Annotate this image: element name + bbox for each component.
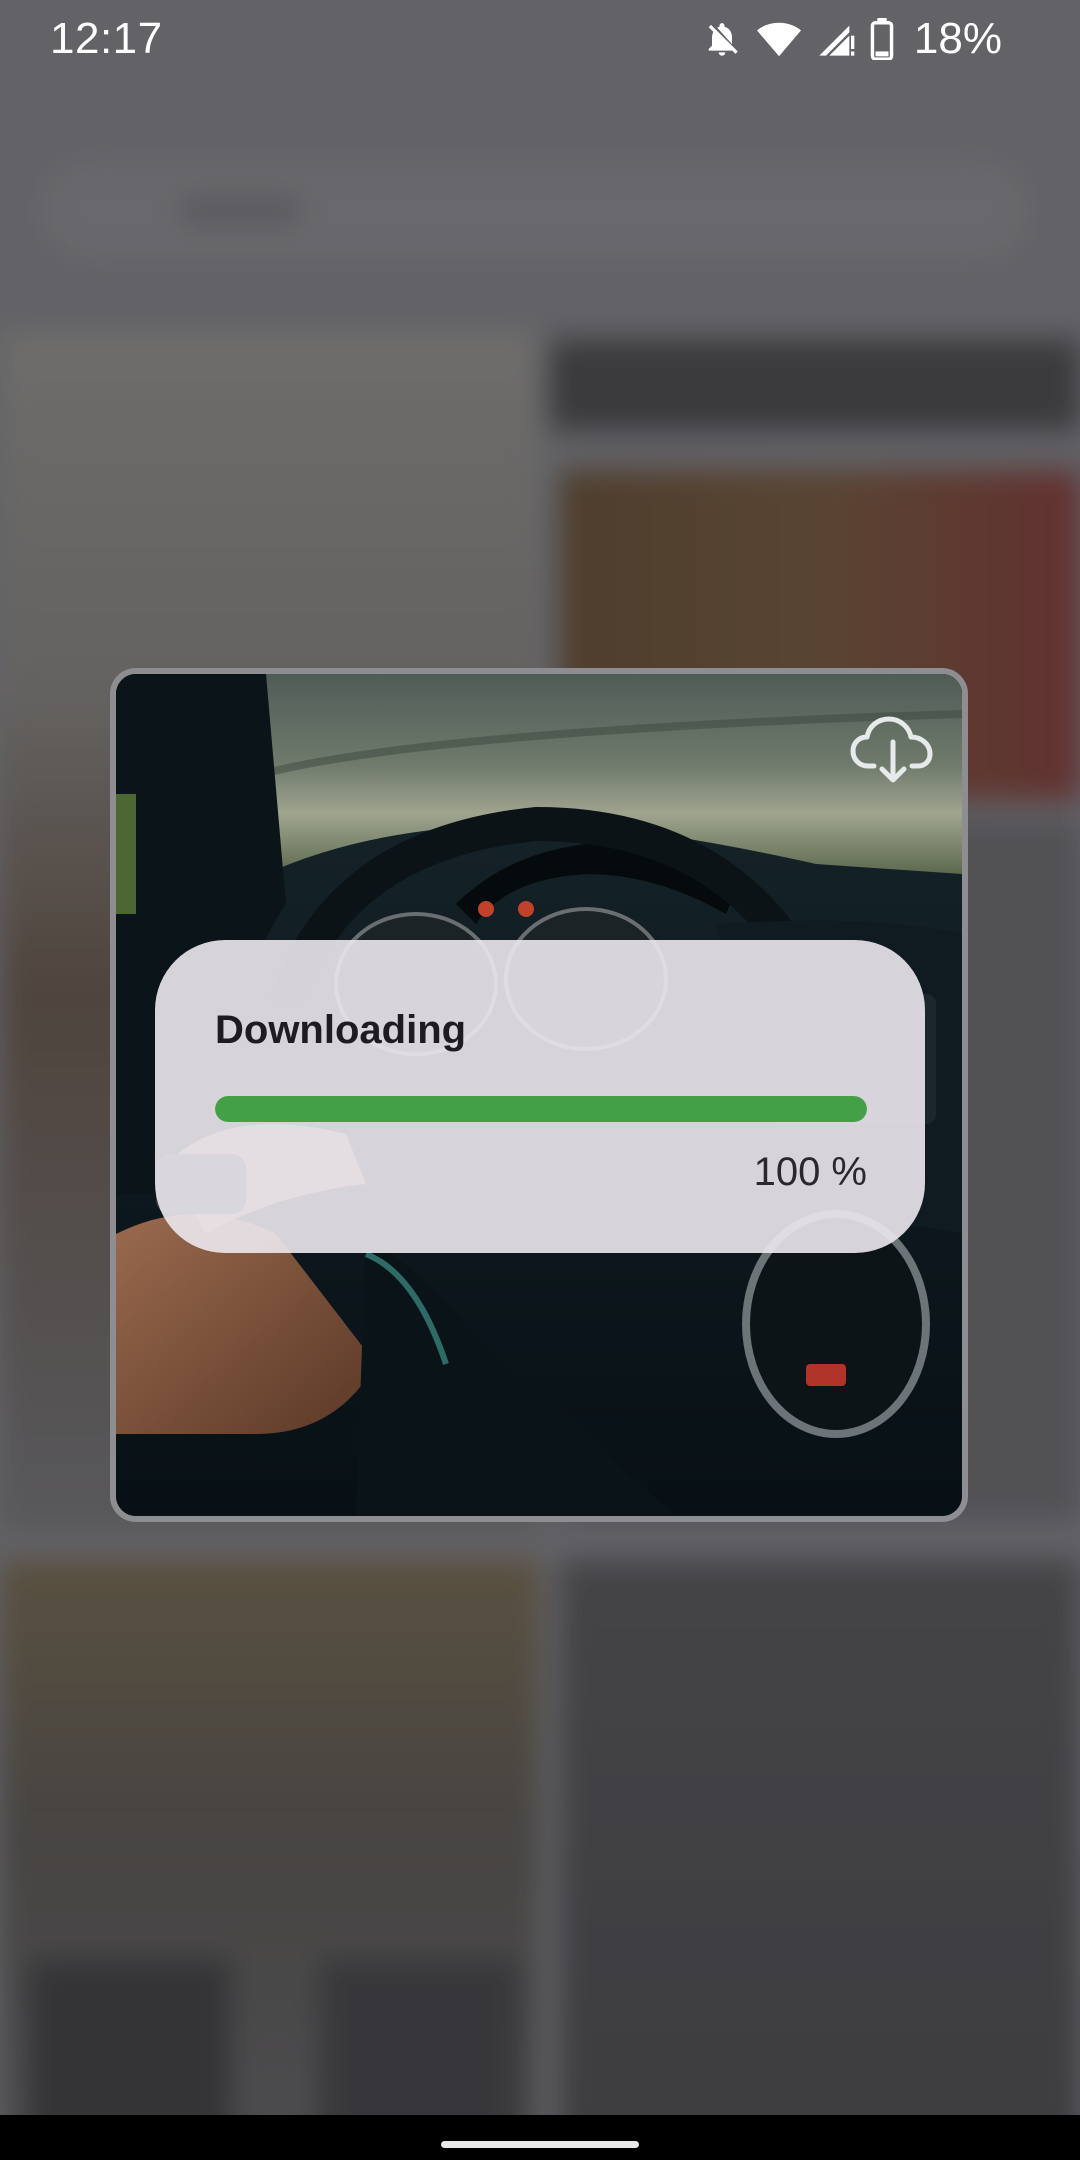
home-handle[interactable] xyxy=(441,2141,639,2148)
progress-bar xyxy=(215,1096,867,1122)
navigation-bar xyxy=(0,2115,1080,2160)
status-icons: 18% xyxy=(702,14,1002,63)
status-bar: 12:17 18% xyxy=(0,0,1080,80)
screen: 12:17 18% Downloading 100 % xyxy=(0,0,1080,2160)
cloud-download-icon[interactable] xyxy=(850,714,936,786)
dialog-title: Downloading xyxy=(215,1008,467,1052)
cell-signal-icon xyxy=(816,19,856,59)
progress-fill xyxy=(215,1096,867,1122)
progress-percent: 100 % xyxy=(753,1150,867,1194)
notifications-off-icon xyxy=(702,19,742,59)
download-dialog: Downloading 100 % xyxy=(155,940,925,1253)
battery-icon xyxy=(870,18,894,60)
wifi-icon xyxy=(756,19,802,59)
status-time: 12:17 xyxy=(50,14,163,63)
battery-percent: 18% xyxy=(913,14,1002,63)
